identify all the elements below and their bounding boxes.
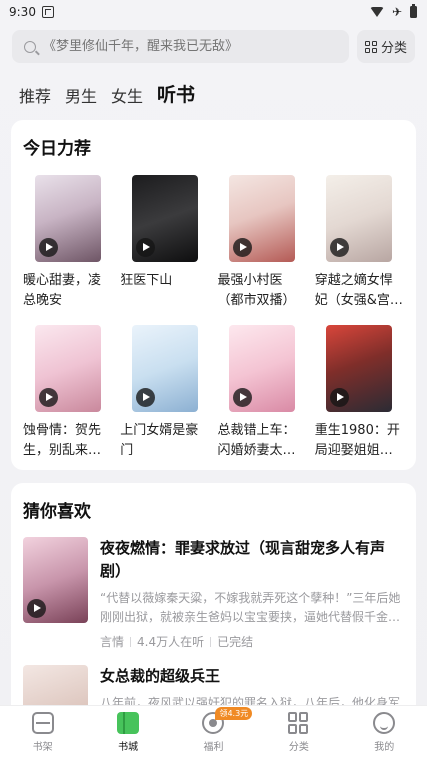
play-icon[interactable] xyxy=(135,238,155,257)
airplane-icon: ✈ xyxy=(391,5,402,19)
book-cover[interactable] xyxy=(326,175,393,262)
book-item[interactable]: 蚀骨情：贺先生，别乱来… xyxy=(23,325,112,461)
tab-female[interactable]: 女生 xyxy=(111,83,143,107)
tab-recommend[interactable]: 推荐 xyxy=(19,83,51,107)
category-button-label: 分类 xyxy=(380,41,407,56)
play-icon[interactable] xyxy=(27,599,46,618)
play-icon[interactable] xyxy=(233,388,253,407)
play-icon[interactable] xyxy=(38,238,58,257)
divider xyxy=(130,636,132,647)
nav-label: 书城 xyxy=(118,742,139,753)
listener-count: 4.4万人在听 xyxy=(137,635,205,649)
channel-tabs: 推荐 男生 女生 听书 xyxy=(0,63,427,107)
bookstore-icon xyxy=(117,712,140,734)
divider xyxy=(210,636,212,647)
book-title: 上门女婿是豪门 xyxy=(120,423,199,458)
book-title: 夜夜燃情：罪妻求放过（现言甜宠多人有声剧） xyxy=(100,539,386,580)
book-title: 最强小村医（都市双播） xyxy=(217,273,296,308)
genre-tag: 言情 xyxy=(100,635,125,649)
book-cover[interactable] xyxy=(131,325,198,412)
book-item[interactable]: 上门女婿是豪门 xyxy=(120,325,209,461)
reward-badge: 领4.3元 xyxy=(215,707,253,720)
status-time: 9:30 xyxy=(9,5,36,19)
book-title: 重生1980：开局迎娶姐姐… xyxy=(314,423,400,458)
book-title: 蚀骨情：贺先生，别乱来… xyxy=(23,423,102,458)
tab-male[interactable]: 男生 xyxy=(65,83,97,107)
tab-audiobook[interactable]: 听书 xyxy=(157,80,195,107)
book-meta: 言情 4.4万人在听 已完结 xyxy=(100,633,404,650)
search-input[interactable] xyxy=(43,39,337,54)
play-icon[interactable] xyxy=(233,238,253,257)
nav-label: 我的 xyxy=(374,742,395,753)
search-icon xyxy=(24,40,36,53)
status-bar: 9:30 ✈ xyxy=(0,0,427,24)
search-row: 分类 xyxy=(0,24,427,63)
nav-bookshelf[interactable]: 书架 xyxy=(13,712,73,753)
book-item[interactable]: 狂医下山 xyxy=(120,175,209,311)
play-icon[interactable] xyxy=(330,238,350,257)
grid-icon xyxy=(364,40,377,53)
book-cover[interactable] xyxy=(229,325,296,412)
book-info: 夜夜燃情：罪妻求放过（现言甜宠多人有声剧） “代替以薇嫁秦天粱，不嫁我就弄死这个… xyxy=(100,537,404,650)
guess-section: 猜你喜欢 夜夜燃情：罪妻求放过（现言甜宠多人有声剧） “代替以薇嫁秦天粱，不嫁我… xyxy=(11,483,416,751)
book-item[interactable]: 总裁错上车：闪婚娇妻太… xyxy=(218,325,307,461)
recommend-grid: 暖心甜妻，凌总晚安 狂医下山 最强小村医（都市双播） 穿越之嫡女悍妃（女强&宫…… xyxy=(23,175,404,461)
profile-icon xyxy=(373,712,396,734)
book-description: “代替以薇嫁秦天粱，不嫁我就弄死这个孽种！”三年后她刚刚出狱，就被亲生爸妈以宝宝… xyxy=(100,591,401,624)
book-title: 女总裁的超级兵王 xyxy=(100,667,221,685)
book-cover[interactable] xyxy=(23,537,88,623)
guess-title: 猜你喜欢 xyxy=(23,502,91,522)
book-cover[interactable] xyxy=(131,175,198,262)
category-button[interactable]: 分类 xyxy=(357,30,415,63)
bookshelf-icon xyxy=(31,712,54,734)
book-item[interactable]: 穿越之嫡女悍妃（女强&宫… xyxy=(315,175,404,311)
list-item[interactable]: 夜夜燃情：罪妻求放过（现言甜宠多人有声剧） “代替以薇嫁秦天粱，不嫁我就弄死这个… xyxy=(23,537,404,650)
nav-label: 分类 xyxy=(288,742,309,753)
recommend-title: 今日力荐 xyxy=(23,139,91,159)
book-cover[interactable] xyxy=(34,325,101,412)
search-bar[interactable] xyxy=(12,30,349,63)
book-title: 暖心甜妻，凌总晚安 xyxy=(23,273,102,308)
wifi-icon xyxy=(369,7,384,17)
play-icon[interactable] xyxy=(330,388,350,407)
play-icon[interactable] xyxy=(38,388,58,407)
category-icon xyxy=(287,712,310,734)
book-title: 狂医下山 xyxy=(120,273,173,288)
book-title: 穿越之嫡女悍妃（女强&宫… xyxy=(314,273,403,308)
book-item[interactable]: 重生1980：开局迎娶姐姐… xyxy=(315,325,404,461)
battery-icon xyxy=(410,4,417,18)
book-cover[interactable] xyxy=(229,175,296,262)
play-icon[interactable] xyxy=(135,388,155,407)
nav-profile[interactable]: 我的 xyxy=(354,712,414,753)
nav-bookstore[interactable]: 书城 xyxy=(98,712,158,753)
nav-label: 书架 xyxy=(32,742,53,753)
book-cover[interactable] xyxy=(34,175,101,262)
nav-welfare[interactable]: 领4.3元 福利 xyxy=(183,707,253,753)
nav-category[interactable]: 分类 xyxy=(269,712,329,753)
book-cover[interactable] xyxy=(326,325,393,412)
nav-label: 福利 xyxy=(203,742,224,753)
app-notification-icon xyxy=(41,6,54,18)
recommend-section: 今日力荐 暖心甜妻，凌总晚安 狂医下山 最强小村医（都市双播） 穿越之嫡女悍妃（… xyxy=(11,120,416,470)
book-item[interactable]: 暖心甜妻，凌总晚安 xyxy=(23,175,112,311)
book-title: 总裁错上车：闪婚娇妻太… xyxy=(217,423,296,458)
completion-status: 已完结 xyxy=(217,635,254,649)
book-item[interactable]: 最强小村医（都市双播） xyxy=(218,175,307,311)
bottom-nav: 书架 书城 领4.3元 福利 分类 我的 xyxy=(0,705,427,759)
